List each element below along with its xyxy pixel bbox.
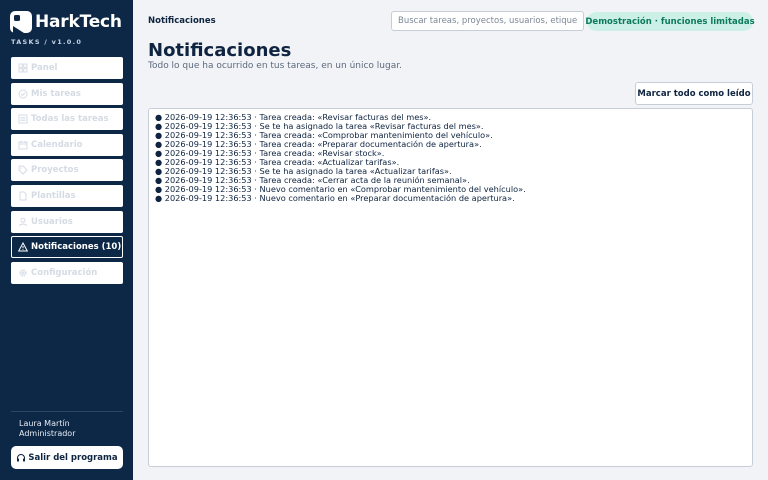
notification-item[interactable]: ● 2026-09-19 12:36:53 · Tarea creada: «R… (155, 149, 746, 158)
notification-item[interactable]: ● 2026-09-19 12:36:53 · Tarea creada: «A… (155, 158, 746, 167)
sidebar-item-all-tasks[interactable]: Todas las tareas (11, 108, 123, 131)
sidebar-item-label: Mis tareas (31, 88, 81, 99)
sidebar-item-label: Todas las tareas (31, 114, 109, 125)
page-title: Notificaciones (148, 40, 292, 61)
headset-icon (16, 453, 26, 463)
brand-version: TASKS / v1.0.0 (11, 38, 83, 46)
notification-item[interactable]: ● 2026-09-19 12:36:53 · Tarea creada: «R… (155, 113, 746, 122)
demo-badge: Demostración · funciones limitadas (585, 12, 755, 31)
notification-item[interactable]: ● 2026-09-19 12:36:53 · Se te ha asignad… (155, 167, 746, 176)
sidebar-item-label: Configuración (31, 267, 98, 278)
notification-item[interactable]: ● 2026-09-19 12:36:53 · Tarea creada: «P… (155, 140, 746, 149)
gear-icon (17, 267, 28, 278)
notification-item[interactable]: ● 2026-09-19 12:36:53 · Tarea creada: «C… (155, 131, 746, 140)
notification-item[interactable]: ● 2026-09-19 12:36:53 · Nuevo comentario… (155, 185, 746, 194)
harktech-logo-icon (10, 11, 32, 33)
breadcrumb: Notificaciones (148, 16, 216, 26)
sidebar-item-panel[interactable]: Panel (11, 57, 123, 79)
grid-icon (17, 63, 28, 74)
notification-item[interactable]: ● 2026-09-19 12:36:53 · Tarea creada: «C… (155, 176, 746, 185)
notification-item[interactable]: ● 2026-09-19 12:36:53 · Nuevo comentario… (155, 194, 746, 203)
calendar-icon (17, 139, 28, 150)
mark-all-read-button[interactable]: Marcar todo como leído (635, 82, 753, 105)
sidebar-item-users[interactable]: Usuarios (11, 210, 123, 233)
brand-name: HarkTech (35, 12, 122, 32)
logout-button[interactable]: Salir del programa (11, 446, 123, 469)
sidebar-item-projects[interactable]: Proyectos (11, 159, 123, 182)
sidebar-item-templates[interactable]: Plantillas (11, 184, 123, 207)
sidebar-item-calendar[interactable]: Calendario (11, 133, 123, 156)
page-subtitle: Todo lo que ha ocurrido en tus tareas, e… (148, 61, 402, 71)
sidebar: HarkTech TASKS / v1.0.0 Panel Mis tareas… (0, 0, 133, 480)
user-icon (17, 216, 28, 227)
current-user: Laura Martín Administrador (11, 411, 123, 438)
sidebar-item-label: Plantillas (31, 190, 76, 201)
sidebar-item-label: Proyectos (31, 165, 79, 176)
user-role: Administrador (19, 428, 76, 438)
user-name: Laura Martín (19, 419, 70, 428)
search-input[interactable] (391, 11, 584, 31)
check-circle-icon (17, 88, 28, 99)
list-icon (17, 114, 28, 125)
logout-label: Salir del programa (28, 452, 118, 463)
sidebar-item-label: Notificaciones (10) (31, 242, 122, 253)
sidebar-item-my-tasks[interactable]: Mis tareas (11, 82, 123, 105)
notification-item[interactable]: ● 2026-09-19 12:36:53 · Se te ha asignad… (155, 122, 746, 131)
sidebar-item-settings[interactable]: Configuración (11, 261, 123, 284)
warning-icon (17, 242, 28, 253)
document-icon (17, 190, 28, 201)
sidebar-item-label: Panel (31, 63, 58, 73)
notifications-panel: ● 2026-09-19 12:36:53 · Tarea creada: «R… (148, 108, 753, 467)
brand[interactable]: HarkTech (10, 11, 122, 33)
sidebar-item-label: Calendario (31, 139, 83, 150)
tag-icon (17, 165, 28, 176)
sidebar-item-label: Usuarios (31, 216, 73, 227)
sidebar-item-notifications[interactable]: Notificaciones (10) (11, 236, 123, 259)
sidebar-nav: Panel Mis tareas Todas las tareas Calend… (11, 57, 123, 287)
